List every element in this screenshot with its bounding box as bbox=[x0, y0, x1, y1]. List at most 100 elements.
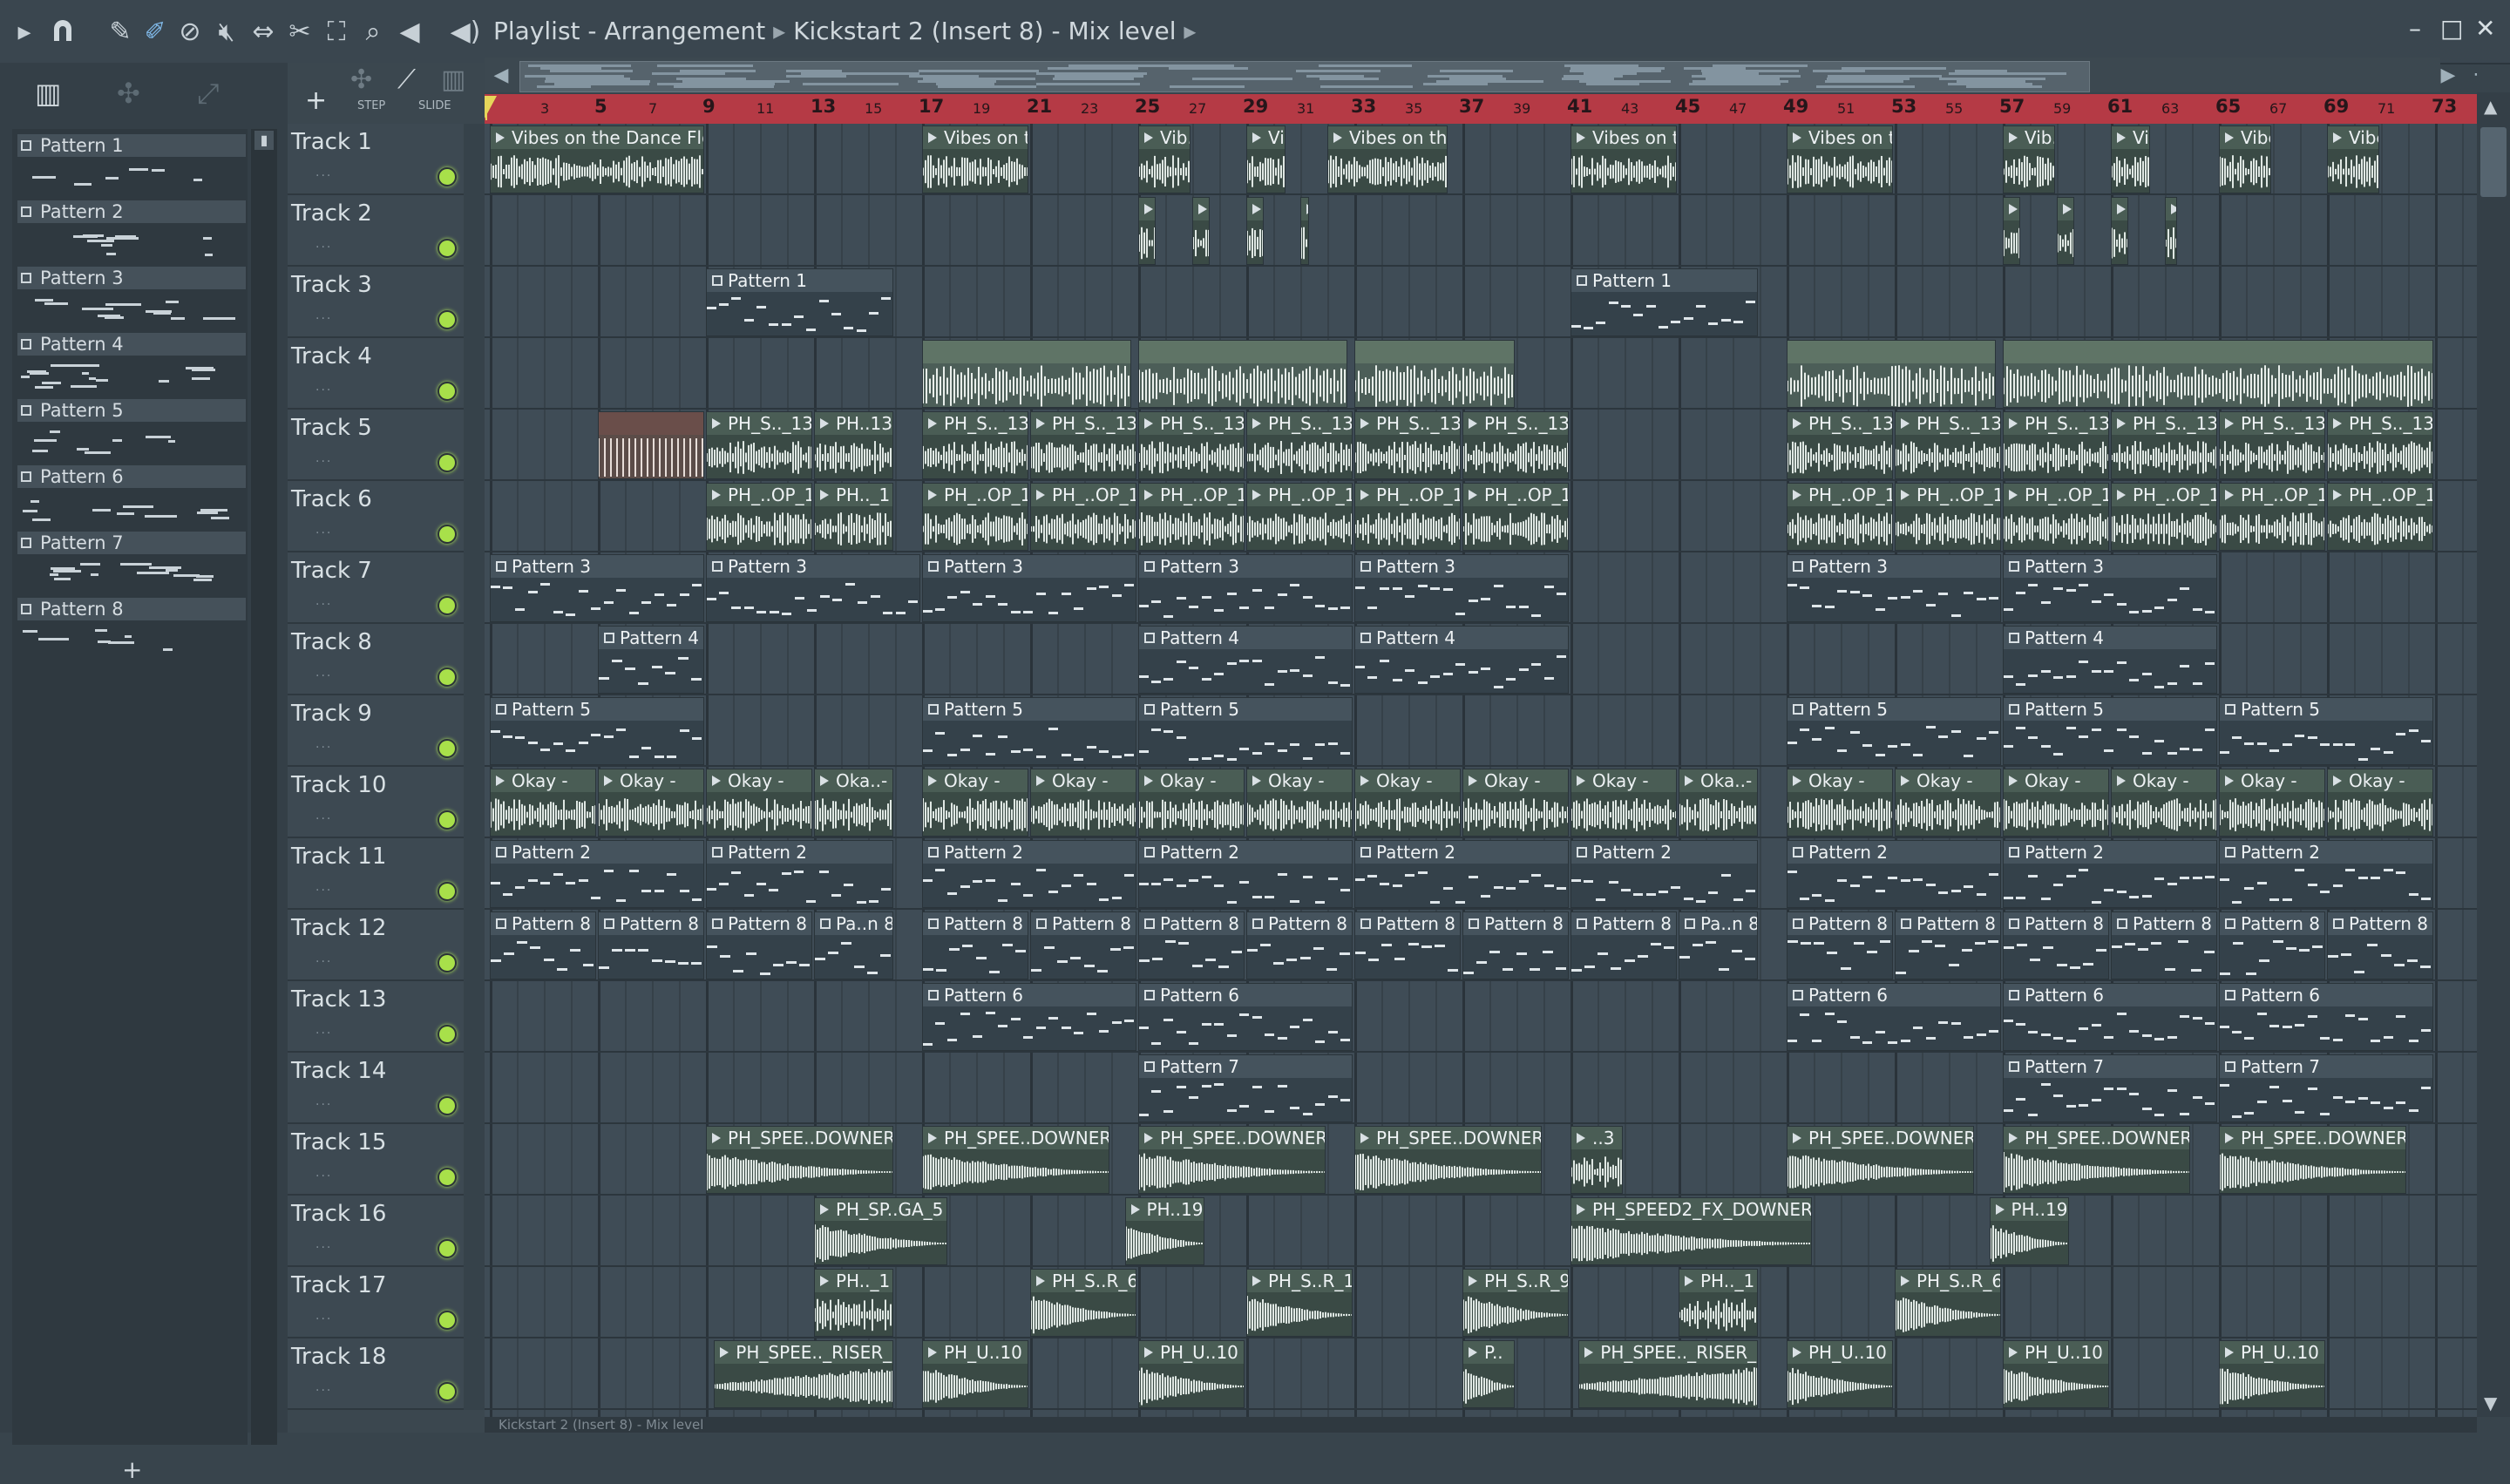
scroll-right-icon[interactable]: ▶ bbox=[2435, 63, 2461, 89]
magnet-snap-icon[interactable] bbox=[45, 12, 80, 51]
audio-clip[interactable]: PH_SPEE..DOWNER_7 bbox=[706, 1126, 893, 1194]
clip-label[interactable]: Okay - bbox=[1031, 769, 1136, 792]
audio-clip[interactable]: PH_..OP_1 bbox=[2003, 483, 2109, 551]
timeline-ruler[interactable]: 5913172125293337414549535761656973371115… bbox=[485, 94, 2477, 124]
track-name[interactable]: Track 18 bbox=[291, 1344, 386, 1370]
audio-clip[interactable] bbox=[1246, 197, 1264, 265]
pattern-clip[interactable]: Pattern 3 bbox=[490, 554, 704, 622]
clip-label[interactable]: PH_S.._13 bbox=[1896, 412, 2000, 435]
audio-clip[interactable]: PH_S.._13 bbox=[1030, 411, 1136, 479]
track-name[interactable]: Track 9 bbox=[291, 701, 372, 727]
pattern-list-item[interactable]: Pattern 5 bbox=[14, 397, 248, 462]
pattern-clip[interactable]: Pattern 3 bbox=[1787, 554, 2001, 622]
audio-clip[interactable]: PH_..OP_1 bbox=[1030, 483, 1136, 551]
track-grip-icon[interactable]: ... bbox=[315, 809, 332, 823]
clip-label[interactable]: PH_..OP_1 bbox=[1463, 484, 1568, 506]
audio-clip[interactable]: Vibes on the..oor (Vocals) bbox=[1327, 125, 1448, 193]
clip-label[interactable]: Pattern 8 bbox=[707, 912, 811, 935]
delete-tool-icon[interactable]: ⊘ bbox=[173, 12, 207, 51]
pattern-clip[interactable]: Pattern 5 bbox=[2003, 697, 2217, 765]
pattern-clip[interactable]: Pattern 2 bbox=[1787, 840, 2001, 908]
track-name[interactable]: Track 13 bbox=[291, 986, 386, 1013]
pattern-list-menu-button[interactable]: ▮ bbox=[254, 131, 274, 150]
audio-clip[interactable]: Vi..ls) bbox=[1246, 125, 1286, 193]
track-mute-led[interactable] bbox=[438, 667, 457, 687]
track-mute-led[interactable] bbox=[438, 1168, 457, 1187]
clip-label[interactable]: PH_..OP_1 bbox=[1139, 484, 1244, 506]
track-mute-led[interactable] bbox=[438, 1311, 457, 1330]
clip-label[interactable]: Pattern 4 bbox=[2004, 627, 2216, 649]
pattern-clip[interactable]: Pattern 8 bbox=[1354, 911, 1461, 979]
audio-clip[interactable]: Okay - bbox=[2111, 769, 2217, 837]
track-grip-icon[interactable]: ... bbox=[315, 1380, 332, 1394]
add-pattern-button[interactable]: + bbox=[122, 1455, 142, 1484]
audio-clip[interactable]: PH_S.._13 bbox=[1246, 411, 1353, 479]
track-header[interactable]: Track 3... bbox=[288, 267, 485, 338]
track-mute-led[interactable] bbox=[438, 596, 457, 615]
title-channel[interactable]: Kickstart 2 (Insert 8) - Mix level bbox=[793, 17, 1176, 45]
audio-clip[interactable]: Okay - bbox=[1787, 769, 1893, 837]
pattern-clip[interactable]: Pattern 3 bbox=[706, 554, 920, 622]
track-name[interactable]: Track 16 bbox=[291, 1201, 386, 1227]
scroll-left-icon[interactable]: ◀ bbox=[488, 63, 514, 89]
clip-label[interactable]: Okay - bbox=[1355, 769, 1460, 792]
pattern-name[interactable]: Pattern 1 bbox=[17, 134, 246, 157]
audio-clip[interactable]: Okay - bbox=[1138, 769, 1245, 837]
track-grip-icon[interactable]: ... bbox=[315, 666, 332, 680]
audio-clip[interactable]: PH_SPEE..DOWNER_3 bbox=[2219, 1126, 2406, 1194]
audio-clip[interactable] bbox=[2165, 197, 2177, 265]
audio-clip[interactable]: PH_..OP_1 bbox=[2111, 483, 2217, 551]
clip-label[interactable]: PH_SPEE..DOWNER_3 bbox=[1355, 1127, 1541, 1149]
clip-label[interactable]: Pattern 2 bbox=[707, 841, 892, 864]
playlist-grid[interactable]: Vibes on the Dance Floor (Vocals)Vibes o… bbox=[485, 124, 2477, 1417]
pattern-clip[interactable]: Pa..n 8 bbox=[1679, 911, 1758, 979]
clip-label[interactable]: PH_..OP_1 bbox=[2112, 484, 2216, 506]
track-name[interactable]: Track 15 bbox=[291, 1129, 386, 1155]
speaker-icon[interactable]: ◀︎) bbox=[448, 12, 483, 51]
audio-clip[interactable]: ..3 bbox=[1570, 1126, 1623, 1194]
clip-label[interactable]: PH_..OP_1 bbox=[1031, 484, 1136, 506]
audio-clip[interactable]: PH_SPEE..DOWNER_3 bbox=[1138, 1126, 1326, 1194]
pattern-clip[interactable]: Pattern 8 bbox=[1030, 911, 1136, 979]
track-mute-led[interactable] bbox=[438, 1239, 457, 1258]
clip-label[interactable]: PH_SPEE..DOWNER_3 bbox=[1139, 1127, 1325, 1149]
clip-label[interactable]: Pattern 7 bbox=[1139, 1055, 1352, 1078]
pattern-clip[interactable]: Pattern 2 bbox=[2219, 840, 2433, 908]
audio-clip[interactable]: PH_S.._13 bbox=[1354, 411, 1461, 479]
pattern-clip[interactable]: Pattern 6 bbox=[2219, 983, 2433, 1051]
track-header[interactable]: Track 10... bbox=[288, 767, 485, 838]
audio-clip[interactable]: Vi..ls) bbox=[2111, 125, 2150, 193]
track-header[interactable]: Track 18... bbox=[288, 1338, 485, 1410]
clip-label[interactable]: PH_S.._13 bbox=[1355, 412, 1460, 435]
track-mute-led[interactable] bbox=[438, 1096, 457, 1115]
audio-clip[interactable]: PH_..OP_1 bbox=[2219, 483, 2325, 551]
track-header[interactable]: Track 16... bbox=[288, 1196, 485, 1267]
clip-label[interactable]: Vibes on the..oor (Vocals) bbox=[1328, 126, 1447, 149]
playback-tool-icon[interactable]: ◀︎ bbox=[392, 12, 427, 51]
pattern-clip[interactable]: Pattern 7 bbox=[1138, 1054, 1353, 1122]
clip-label[interactable]: PH_S.._13 bbox=[1247, 412, 1352, 435]
audio-clip[interactable] bbox=[1138, 197, 1156, 265]
clip-label[interactable] bbox=[599, 412, 703, 435]
audio-clip[interactable]: PH_..OP_1 bbox=[1787, 483, 1893, 551]
audio-clip[interactable] bbox=[2003, 197, 2020, 265]
audio-clip[interactable]: PH_S.._13 bbox=[2219, 411, 2325, 479]
clip-label[interactable]: PH_SPEE..DOWNER_3 bbox=[2220, 1127, 2405, 1149]
breadcrumb-arrow-icon[interactable]: ▸ bbox=[1184, 17, 1196, 45]
clip-label[interactable]: Pattern 1 bbox=[1571, 269, 1757, 292]
track-grip-icon[interactable]: ... bbox=[315, 451, 332, 465]
pattern-clip[interactable]: Pattern 8 bbox=[1138, 911, 1245, 979]
pattern-clip[interactable]: Pattern 2 bbox=[1570, 840, 1758, 908]
pattern-clip[interactable]: Pattern 3 bbox=[1138, 554, 1353, 622]
track-mute-led[interactable] bbox=[438, 525, 457, 544]
clip-label[interactable]: PH_..OP_1 bbox=[2328, 484, 2432, 506]
pattern-clip[interactable]: Pattern 8 bbox=[2003, 911, 2109, 979]
pattern-clip[interactable]: Pattern 8 bbox=[1246, 911, 1353, 979]
audio-clip[interactable]: PH_S.._13 bbox=[922, 411, 1028, 479]
audio-clip[interactable]: PH_..OP_1 bbox=[1895, 483, 2001, 551]
audio-clip[interactable] bbox=[598, 411, 704, 479]
audio-clip[interactable]: PH_S.._13 bbox=[2111, 411, 2217, 479]
pattern-clip[interactable]: Pattern 8 bbox=[2327, 911, 2433, 979]
audio-clip[interactable]: PH_..OP_1 bbox=[2327, 483, 2433, 551]
track-name[interactable]: Track 10 bbox=[291, 772, 386, 798]
